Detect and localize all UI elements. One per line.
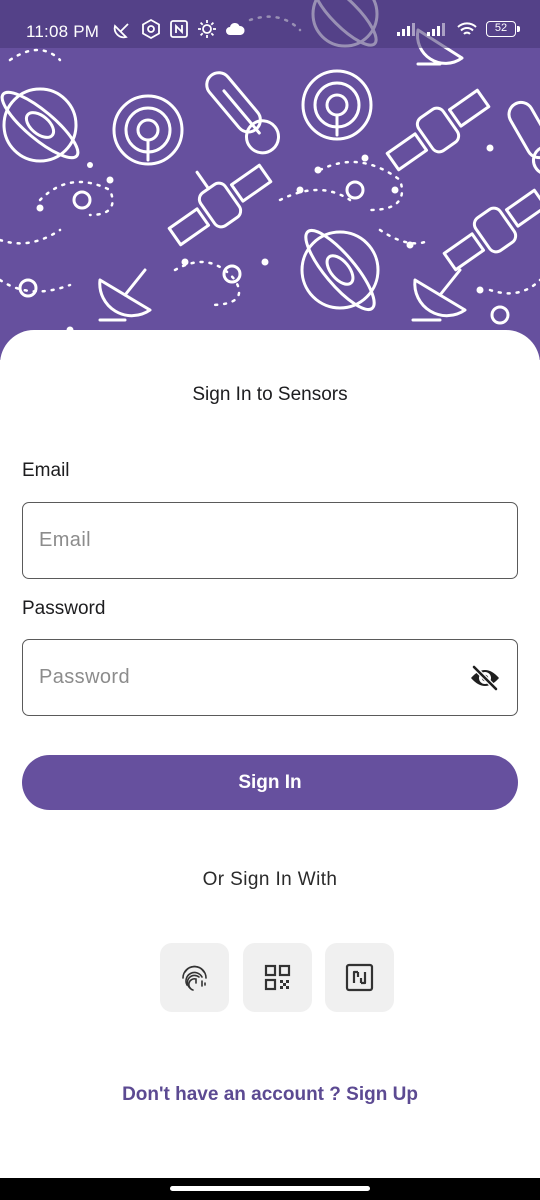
battery-icon: 52 [486,21,520,37]
password-field[interactable] [39,640,459,715]
status-left-icons [112,18,246,40]
page-title: Sign In to Sensors [192,384,348,405]
settings-icon [142,18,160,40]
signal-icon [397,23,415,36]
satellite-dish-icon [411,268,467,322]
password-visibility-toggle[interactable] [469,664,501,692]
nfc-signin-button[interactable] [325,943,394,1012]
fingerprint-icon [182,965,207,991]
header-pattern [0,0,540,360]
satellite-dish-icon [98,268,152,322]
eye-off-icon [471,665,499,691]
password-field-container [22,639,518,716]
wifi-tower-icon [301,69,373,141]
status-bar: 11:08 PM 52 [0,0,540,48]
fingerprint-signin-button[interactable] [160,943,229,1012]
cloud-icon [226,22,245,35]
satellite-icon [385,88,491,172]
satellite-dish-icon [113,23,129,39]
battery-level: 52 [494,22,508,34]
password-label: Password [22,598,106,619]
wifi-icon [457,22,477,35]
nfc-icon [345,963,374,992]
signal-icon [427,23,445,36]
status-right-icons: 52 [396,20,520,38]
planet-icon [0,87,80,163]
planet-icon [300,229,380,311]
qr-code-icon [264,964,291,991]
email-label: Email [22,460,70,481]
sign-in-button[interactable]: Sign In [22,755,518,810]
status-time: 11:08 PM [26,22,100,41]
satellite-icon [442,188,540,272]
email-field[interactable] [39,503,459,578]
sign-up-link[interactable]: Don't have an account ? Sign Up [0,1084,540,1106]
wifi-tower-icon [112,94,184,166]
satellite-icon [167,163,273,247]
nfc-icon [170,20,188,38]
home-indicator[interactable] [170,1186,370,1191]
thermometer-icon [507,100,540,176]
thermometer-icon [205,71,280,155]
qr-code-signin-button[interactable] [243,943,312,1012]
email-field-container [22,502,518,579]
gear-icon [198,20,216,38]
alt-signin-label: Or Sign In With [202,869,338,890]
